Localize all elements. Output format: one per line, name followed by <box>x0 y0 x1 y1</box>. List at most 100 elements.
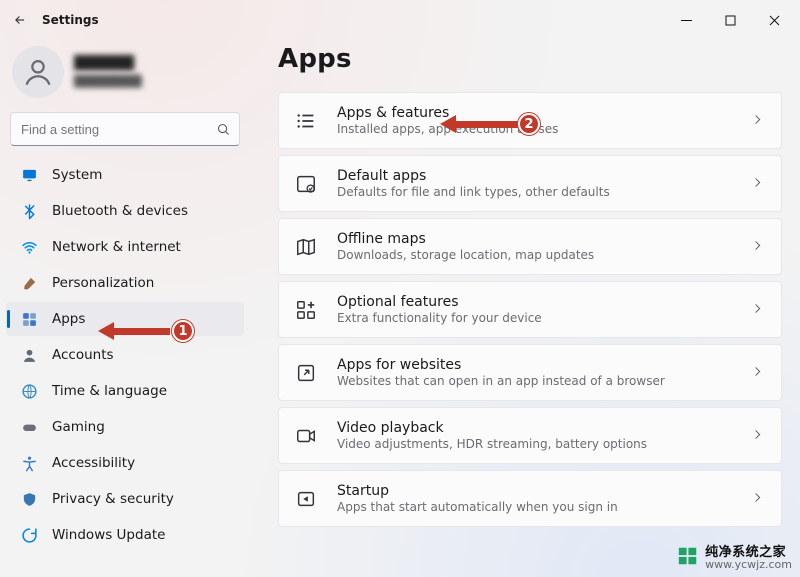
card-map[interactable]: Offline mapsDownloads, storage location,… <box>278 218 782 275</box>
bluetooth-icon <box>20 202 38 220</box>
card-text: Video playbackVideo adjustments, HDR str… <box>337 420 733 451</box>
sidebar-item-globe-clock[interactable]: Time & language <box>6 374 244 408</box>
sidebar-item-label: Windows Update <box>52 527 165 543</box>
minimize-button[interactable] <box>664 4 708 36</box>
sidebar-item-update[interactable]: Windows Update <box>6 518 244 552</box>
card-grid-plus[interactable]: Optional featuresExtra functionality for… <box>278 281 782 338</box>
sidebar-item-label: System <box>52 167 102 183</box>
open-in-app-icon <box>293 360 319 386</box>
search-icon <box>207 122 239 137</box>
video-icon <box>293 423 319 449</box>
maximize-button[interactable] <box>708 4 752 36</box>
accessibility-icon <box>20 454 38 472</box>
default-apps-icon <box>293 171 319 197</box>
card-title: Optional features <box>337 294 733 310</box>
sidebar-item-apps[interactable]: Apps <box>6 302 244 336</box>
card-startup[interactable]: StartupApps that start automatically whe… <box>278 470 782 527</box>
apps-icon <box>20 310 38 328</box>
card-subtitle: Extra functionality for your device <box>337 311 733 325</box>
profile-text: ██████ ████████ <box>74 56 142 88</box>
avatar <box>12 46 64 98</box>
chevron-right-icon <box>751 111 765 130</box>
body: ██████ ████████ System Bluetooth & device… <box>0 40 800 577</box>
card-text: Default appsDefaults for file and link t… <box>337 168 733 199</box>
chevron-right-icon <box>751 300 765 319</box>
card-subtitle: Websites that can open in an app instead… <box>337 374 733 388</box>
person-icon <box>20 346 38 364</box>
profile[interactable]: ██████ ████████ <box>6 40 244 112</box>
card-list[interactable]: Apps & featuresInstalled apps, app execu… <box>278 92 782 149</box>
sidebar-item-accessibility[interactable]: Accessibility <box>6 446 244 480</box>
card-subtitle: Video adjustments, HDR streaming, batter… <box>337 437 733 451</box>
profile-email: ████████ <box>74 75 142 88</box>
card-subtitle: Installed apps, app execution aliases <box>337 122 733 136</box>
card-title: Default apps <box>337 168 733 184</box>
card-title: Apps & features <box>337 105 733 121</box>
window-controls <box>664 4 796 36</box>
chevron-right-icon <box>751 426 765 445</box>
sidebar-item-person[interactable]: Accounts <box>6 338 244 372</box>
search-input[interactable] <box>11 122 207 137</box>
map-icon <box>293 234 319 260</box>
update-icon <box>20 526 38 544</box>
globe-clock-icon <box>20 382 38 400</box>
chevron-right-icon <box>751 363 765 382</box>
card-text: Optional featuresExtra functionality for… <box>337 294 733 325</box>
sidebar-item-label: Gaming <box>52 419 105 435</box>
sidebar-item-label: Accounts <box>52 347 114 363</box>
sidebar-item-brush[interactable]: Personalization <box>6 266 244 300</box>
gamepad-icon <box>20 418 38 436</box>
profile-name: ██████ <box>74 56 142 71</box>
page-title: Apps <box>278 44 782 74</box>
sidebar-item-label: Network & internet <box>52 239 181 255</box>
sidebar-item-label: Time & language <box>52 383 167 399</box>
sidebar-item-shield[interactable]: Privacy & security <box>6 482 244 516</box>
card-title: Offline maps <box>337 231 733 247</box>
card-subtitle: Downloads, storage location, map updates <box>337 248 733 262</box>
sidebar-item-label: Accessibility <box>52 455 135 471</box>
sidebar-item-label: Privacy & security <box>52 491 174 507</box>
sidebar: ██████ ████████ System Bluetooth & device… <box>0 40 250 577</box>
card-title: Apps for websites <box>337 357 733 373</box>
watermark-icon <box>677 545 699 567</box>
card-video[interactable]: Video playbackVideo adjustments, HDR str… <box>278 407 782 464</box>
card-text: Offline mapsDownloads, storage location,… <box>337 231 733 262</box>
watermark-url: www.ycwjz.com <box>705 558 792 571</box>
wifi-icon <box>20 238 38 256</box>
system-icon <box>20 166 38 184</box>
list-icon <box>293 108 319 134</box>
watermark: 纯净系统之家 www.ycwjz.com <box>677 541 792 571</box>
sidebar-item-system[interactable]: System <box>6 158 244 192</box>
nav: System Bluetooth & devices Network & inter… <box>6 158 244 552</box>
sidebar-item-label: Apps <box>52 311 85 327</box>
sidebar-item-wifi[interactable]: Network & internet <box>6 230 244 264</box>
sidebar-item-gamepad[interactable]: Gaming <box>6 410 244 444</box>
chevron-right-icon <box>751 237 765 256</box>
card-subtitle: Apps that start automatically when you s… <box>337 500 733 514</box>
shield-icon <box>20 490 38 508</box>
titlebar: Settings <box>0 0 800 40</box>
search-box[interactable] <box>10 112 240 146</box>
grid-plus-icon <box>293 297 319 323</box>
card-text: StartupApps that start automatically whe… <box>337 483 733 514</box>
card-text: Apps & featuresInstalled apps, app execu… <box>337 105 733 136</box>
cards: Apps & featuresInstalled apps, app execu… <box>278 92 782 527</box>
main-pane: Apps Apps & featuresInstalled apps, app … <box>250 40 800 577</box>
close-button[interactable] <box>752 4 796 36</box>
sidebar-item-label: Bluetooth & devices <box>52 203 188 219</box>
card-title: Video playback <box>337 420 733 436</box>
card-subtitle: Defaults for file and link types, other … <box>337 185 733 199</box>
brush-icon <box>20 274 38 292</box>
startup-icon <box>293 486 319 512</box>
sidebar-item-label: Personalization <box>52 275 154 291</box>
card-open-in-app[interactable]: Apps for websitesWebsites that can open … <box>278 344 782 401</box>
card-text: Apps for websitesWebsites that can open … <box>337 357 733 388</box>
back-button[interactable] <box>4 4 36 36</box>
settings-window: Settings ██████ ████████ <box>0 0 800 577</box>
chevron-right-icon <box>751 174 765 193</box>
card-title: Startup <box>337 483 733 499</box>
sidebar-item-bluetooth[interactable]: Bluetooth & devices <box>6 194 244 228</box>
chevron-right-icon <box>751 489 765 508</box>
window-title: Settings <box>42 13 664 27</box>
card-default-apps[interactable]: Default appsDefaults for file and link t… <box>278 155 782 212</box>
